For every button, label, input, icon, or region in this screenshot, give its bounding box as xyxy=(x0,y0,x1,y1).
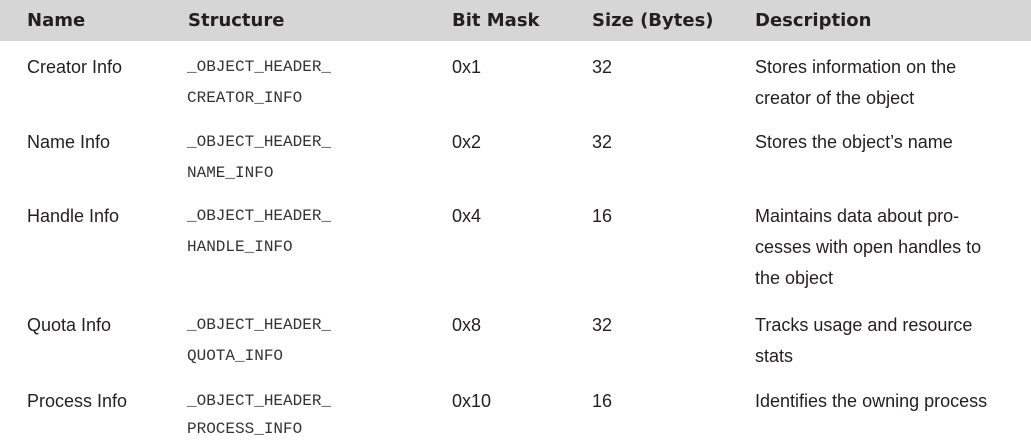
row-name: Quota Info xyxy=(27,315,112,335)
header-bit-mask: Bit Mask xyxy=(452,10,540,31)
row-size: 16 xyxy=(592,391,613,411)
row-description-line: Stores information on the xyxy=(755,57,957,77)
row-bit-mask: 0x10 xyxy=(452,391,492,411)
row-description-line: Identifies the owning process xyxy=(755,391,988,411)
row-structure-line1: _OBJECT_HEADER_ xyxy=(187,133,332,151)
row-structure-line1: _OBJECT_HEADER_ xyxy=(187,58,332,76)
row-structure-line2: HANDLE_INFO xyxy=(187,238,293,256)
row-name: Process Info xyxy=(27,391,128,411)
header-structure: Structure xyxy=(188,10,285,31)
row-size: 32 xyxy=(592,132,613,152)
row-structure-line2: CREATOR_INFO xyxy=(187,89,303,107)
row-size: 16 xyxy=(592,206,613,226)
row-size: 32 xyxy=(592,315,613,335)
row-description-line: Stores the object’s name xyxy=(755,132,953,152)
row-bit-mask: 0x2 xyxy=(452,132,482,152)
row-name: Handle Info xyxy=(27,206,120,226)
row-description-line: Maintains data about pro- xyxy=(755,206,960,226)
row-name: Name Info xyxy=(27,132,111,152)
row-description-line: Tracks usage and resource xyxy=(755,315,973,335)
table-header-row: Name Structure Bit Mask Size (Bytes) Des… xyxy=(0,0,1031,41)
row-description-line: creator of the object xyxy=(755,88,915,108)
row-description-line: the object xyxy=(755,268,834,288)
row-structure-line2: PROCESS_INFO xyxy=(187,420,303,438)
row-structure-line1: _OBJECT_HEADER_ xyxy=(187,316,332,334)
row-size: 32 xyxy=(592,57,613,77)
row-structure-line2: NAME_INFO xyxy=(187,164,274,182)
row-bit-mask: 0x1 xyxy=(452,57,482,77)
row-structure-line1: _OBJECT_HEADER_ xyxy=(187,392,332,410)
row-description-line: cesses with open handles to xyxy=(755,237,982,257)
header-size: Size (Bytes) xyxy=(592,10,714,31)
row-structure-line1: _OBJECT_HEADER_ xyxy=(187,207,332,225)
row-bit-mask: 0x8 xyxy=(452,315,482,335)
header-description: Description xyxy=(755,10,872,31)
header-name: Name xyxy=(27,10,86,31)
row-description-line: stats xyxy=(755,346,794,366)
row-bit-mask: 0x4 xyxy=(452,206,482,226)
row-name: Creator Info xyxy=(27,57,123,77)
row-structure-line2: QUOTA_INFO xyxy=(187,347,284,365)
